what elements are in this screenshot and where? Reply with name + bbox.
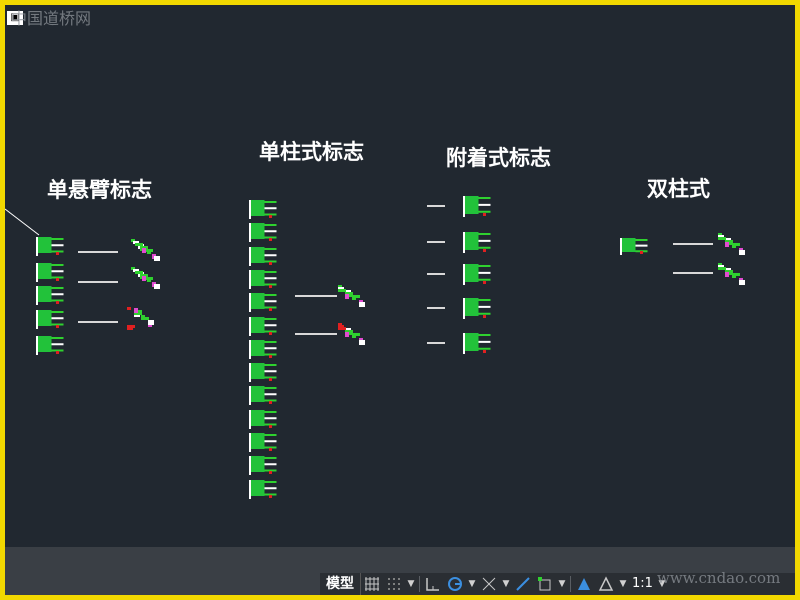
- sign-thumbnail: [249, 479, 277, 499]
- separator: [419, 576, 420, 592]
- caption-line: [78, 321, 118, 323]
- sign-thumbnail: [249, 223, 277, 243]
- sign-thumbnail: [249, 456, 277, 476]
- title-attached: 附着式标志: [446, 145, 551, 170]
- sign-thumbnail: [36, 237, 64, 256]
- sign-thumbnail: [463, 196, 491, 217]
- drawing-canvas[interactable]: ▣ 中国道桥网 单悬臂标志 单柱式标志 附着式标志 双柱式: [5, 5, 795, 548]
- sign-thumbnail: [36, 263, 64, 282]
- annotation-scale[interactable]: 1:1: [629, 573, 656, 595]
- sign-thumbnail: [36, 310, 64, 329]
- sign-thumbnail: [463, 232, 491, 253]
- sign-thumbnail: [249, 433, 277, 452]
- chevron-down-icon[interactable]: ▼: [405, 573, 417, 595]
- annotation-visibility-icon[interactable]: [573, 573, 595, 595]
- sign-thumbnail: [249, 269, 277, 289]
- sign-thumbnail: [249, 316, 277, 336]
- watermark-top: 中国道桥网: [11, 9, 92, 28]
- caption-line: [427, 205, 445, 207]
- chevron-down-icon[interactable]: ▼: [466, 573, 478, 595]
- sign-thumbnail: [463, 333, 491, 354]
- ortho-icon[interactable]: [422, 573, 444, 595]
- caption-line: [673, 243, 713, 245]
- sign-thumbnail: [249, 409, 277, 429]
- sign-thumbnail: [249, 363, 277, 383]
- caption-line: [78, 251, 118, 253]
- sign-thumbnail: [249, 200, 277, 219]
- workspace-icon[interactable]: [595, 573, 617, 595]
- caption-line: [295, 333, 337, 335]
- status-bar: 模型 ▼ ▼ ▼ ▼ ▼ 1:1 ▼ www.cndao.com: [5, 547, 795, 595]
- detail-sheet: [127, 307, 154, 330]
- detail-sheet: [338, 323, 365, 345]
- caption-line: [427, 342, 445, 344]
- sign-thumbnail: [249, 339, 277, 359]
- caption-line: [295, 295, 337, 297]
- detail-sheet: [131, 267, 160, 289]
- caption-line: [427, 307, 445, 309]
- sign-thumbnail: [249, 246, 277, 266]
- sign-thumbnail: [620, 238, 648, 255]
- sign-thumbnail: [463, 298, 491, 319]
- sign-thumbnail: [463, 264, 491, 285]
- sign-thumbnail: [249, 293, 277, 313]
- chevron-down-icon[interactable]: ▼: [500, 573, 512, 595]
- detail-sheet: [338, 285, 365, 307]
- sign-thumbnail: [36, 286, 64, 305]
- lineweight-icon[interactable]: [512, 573, 534, 595]
- caption-line: [673, 272, 713, 274]
- object-snap-tracking-icon[interactable]: [478, 573, 500, 595]
- title-double-column: 双柱式: [647, 176, 710, 201]
- detail-sheet: [718, 263, 745, 285]
- caption-line: [78, 281, 118, 283]
- grid-icon[interactable]: [361, 573, 383, 595]
- detail-sheet: [131, 239, 160, 261]
- polar-tracking-icon[interactable]: [444, 573, 466, 595]
- chevron-down-icon[interactable]: ▼: [556, 573, 568, 595]
- selection-cycling-icon[interactable]: [534, 573, 556, 595]
- detail-sheet: [718, 233, 745, 255]
- chevron-down-icon[interactable]: ▼: [617, 573, 629, 595]
- caption-line: [427, 241, 445, 243]
- tab-model[interactable]: 模型: [320, 573, 361, 595]
- separator: [570, 576, 571, 592]
- sign-thumbnail: [36, 336, 64, 355]
- snap-grid-icon[interactable]: [383, 573, 405, 595]
- title-single-cantilever: 单悬臂标志: [47, 177, 152, 202]
- cad-window: ▣ 中国道桥网 单悬臂标志 单柱式标志 附着式标志 双柱式 模型 ▼ ▼ ▼ ▼…: [0, 0, 800, 600]
- watermark-bottom: www.cndao.com: [657, 569, 781, 587]
- sign-thumbnail: [249, 386, 277, 406]
- title-single-column: 单柱式标志: [259, 139, 364, 164]
- caption-line: [427, 273, 445, 275]
